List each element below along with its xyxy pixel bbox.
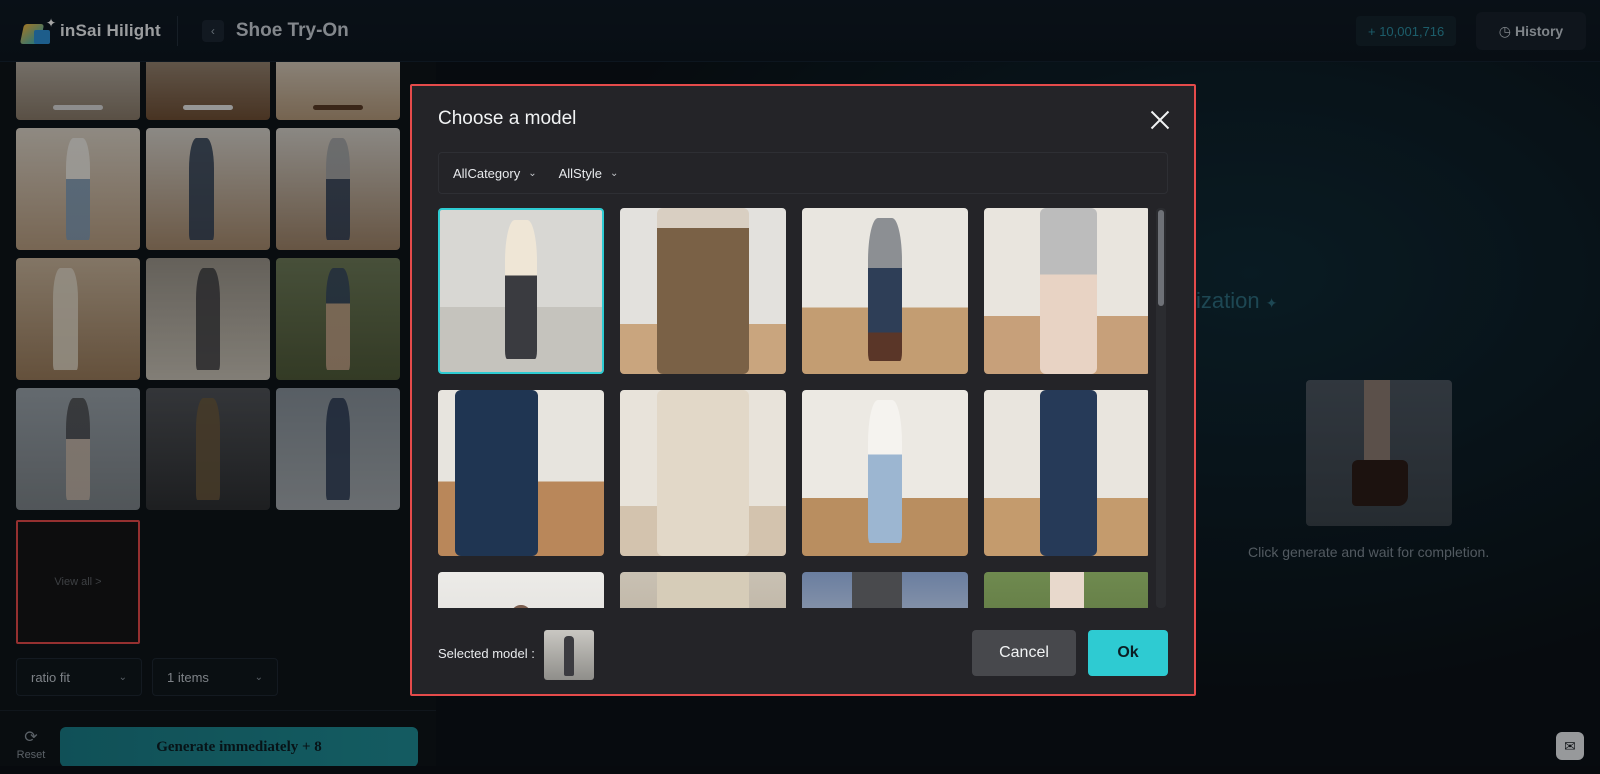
grid-scrollbar[interactable] (1156, 208, 1166, 608)
selected-model-thumbnail (544, 630, 594, 680)
scrollbar-thumb[interactable] (1158, 210, 1164, 306)
model-grid (438, 208, 1148, 608)
dialog-title: Choose a model (438, 108, 577, 129)
choose-model-dialog: Choose a model AllCategory ⌄ AllStyle ⌄ (410, 84, 1196, 696)
filter-bar: AllCategory ⌄ AllStyle ⌄ (438, 152, 1168, 194)
chevron-down-icon: ⌄ (609, 167, 619, 179)
ok-button[interactable]: Ok (1088, 630, 1168, 676)
style-filter-label: AllStyle (558, 165, 602, 181)
model-card[interactable] (802, 390, 968, 556)
ok-label: Ok (1117, 644, 1139, 661)
model-card[interactable] (984, 572, 1148, 608)
model-card[interactable] (438, 390, 604, 556)
model-card[interactable] (984, 390, 1148, 556)
category-filter-label: AllCategory (453, 165, 521, 181)
cancel-button[interactable]: Cancel (972, 630, 1076, 676)
model-card[interactable] (620, 208, 786, 374)
dialog-footer: Selected model : Cancel Ok (412, 614, 1194, 694)
model-card[interactable] (802, 208, 968, 374)
category-filter[interactable]: AllCategory ⌄ (453, 166, 537, 181)
model-card[interactable] (438, 208, 604, 374)
model-card[interactable] (620, 390, 786, 556)
model-card[interactable] (620, 572, 786, 608)
model-card[interactable] (802, 572, 968, 608)
chevron-down-icon: ⌄ (528, 167, 537, 179)
model-card[interactable] (438, 572, 604, 608)
cancel-label: Cancel (999, 644, 1049, 661)
close-icon[interactable] (1146, 106, 1174, 134)
selected-model-label: Selected model : (438, 646, 535, 661)
style-filter[interactable]: AllStyle ⌄ (559, 166, 619, 181)
model-card[interactable] (984, 208, 1148, 374)
